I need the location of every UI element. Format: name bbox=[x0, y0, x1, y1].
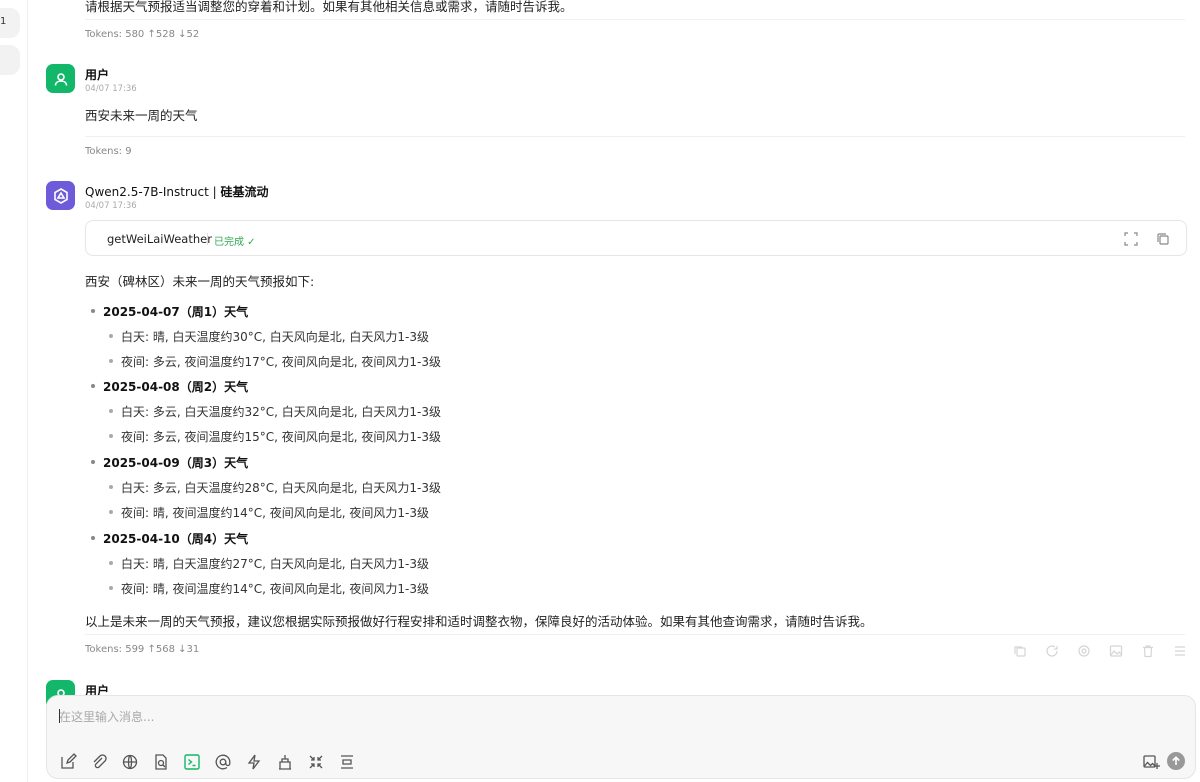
bullet bbox=[91, 460, 95, 464]
new-context-icon[interactable] bbox=[338, 753, 356, 771]
user-avatar[interactable] bbox=[46, 64, 75, 93]
web-search-icon[interactable] bbox=[121, 753, 139, 771]
qwen-logo-icon bbox=[53, 187, 68, 204]
message-actions bbox=[1013, 643, 1191, 658]
night-forecast: 夜间: 多云, 夜间温度约17°C, 夜间风向是北, 夜间风力1-3级 bbox=[121, 355, 441, 369]
image-generate-icon[interactable] bbox=[1142, 753, 1160, 771]
user-name: 用户 bbox=[85, 68, 110, 82]
bullet bbox=[91, 384, 95, 388]
bullet bbox=[109, 586, 113, 590]
day-title: 2025-04-07（周1）天气 bbox=[103, 305, 249, 319]
knowledge-base-icon[interactable] bbox=[152, 753, 170, 771]
night-forecast: 夜间: 晴, 夜间温度约14°C, 夜间风向是北, 夜间风力1-3级 bbox=[121, 582, 429, 596]
text-caret bbox=[59, 709, 60, 723]
message-input[interactable] bbox=[59, 708, 959, 726]
mcp-terminal-icon[interactable] bbox=[183, 753, 201, 771]
new-topic-icon[interactable] bbox=[59, 753, 77, 771]
quick-phrase-icon[interactable] bbox=[245, 753, 263, 771]
prev-message-text: 请根据天气预报适当调整您的穿着和计划。如果有其他相关信息或需求，请随时告诉我。 bbox=[85, 0, 573, 14]
divider bbox=[85, 136, 1185, 137]
tool-name: getWeiLaiWeather bbox=[107, 232, 212, 246]
divider bbox=[85, 19, 1185, 20]
left-rail: 1 bbox=[0, 0, 28, 782]
tool-call-card[interactable]: getWeiLaiWeather 已完成 ✓ bbox=[85, 220, 1187, 256]
attachment-icon[interactable] bbox=[90, 753, 108, 771]
assistant-message-time: 04/07 17:36 bbox=[85, 201, 137, 211]
image-icon[interactable] bbox=[1109, 643, 1127, 657]
expand-icon[interactable] bbox=[1124, 231, 1140, 247]
bullet bbox=[109, 510, 113, 514]
arrow-up-icon bbox=[1172, 756, 1180, 765]
divider bbox=[85, 634, 1185, 635]
day-forecast: 白天: 晴, 白天温度约30°C, 白天风向是北, 白天风力1-3级 bbox=[121, 330, 429, 344]
rail-item-label: 1 bbox=[0, 16, 7, 27]
tool-status: 已完成 ✓ bbox=[214, 237, 256, 248]
night-forecast: 夜间: 多云, 夜间温度约15°C, 夜间风向是北, 夜间风力1-3级 bbox=[121, 430, 441, 444]
clear-context-icon[interactable] bbox=[276, 753, 294, 771]
bullet bbox=[91, 536, 95, 540]
provider-name: 硅基流动 bbox=[220, 185, 269, 199]
mention-icon[interactable] bbox=[1077, 643, 1095, 657]
bullet bbox=[109, 359, 113, 363]
menu-icon[interactable] bbox=[1173, 643, 1191, 657]
bullet bbox=[109, 434, 113, 438]
bullet bbox=[109, 561, 113, 565]
model-name: Qwen2.5-7B-Instruct bbox=[85, 185, 209, 199]
rail-item-2[interactable] bbox=[0, 45, 20, 75]
day-title: 2025-04-09（周3）天气 bbox=[103, 456, 249, 470]
day-title: 2025-04-08（周2）天气 bbox=[103, 380, 249, 394]
bullet bbox=[109, 409, 113, 413]
user-icon bbox=[54, 72, 67, 86]
name-separator: | bbox=[208, 185, 221, 199]
mention-model-icon[interactable] bbox=[214, 753, 232, 771]
bullet bbox=[109, 485, 113, 489]
chat-main: 请根据天气预报适当调整您的穿着和计划。如果有其他相关信息或需求，请随时告诉我。 … bbox=[28, 0, 1200, 782]
night-forecast: 夜间: 晴, 夜间温度约14°C, 夜间风向是北, 夜间风力1-3级 bbox=[121, 506, 429, 520]
day-title: 2025-04-10（周4）天气 bbox=[103, 532, 249, 546]
day-forecast: 白天: 多云, 白天温度约32°C, 白天风向是北, 白天风力1-3级 bbox=[121, 405, 441, 419]
user-message-text: 西安未来一周的天气 bbox=[85, 108, 198, 123]
day-forecast: 白天: 多云, 白天温度约28°C, 白天风向是北, 白天风力1-3级 bbox=[121, 481, 441, 495]
user-message-tokens: Tokens: 9 bbox=[85, 146, 132, 157]
regenerate-icon[interactable] bbox=[1045, 643, 1063, 657]
copy-icon[interactable] bbox=[1013, 643, 1031, 657]
tool-separator bbox=[207, 233, 208, 245]
user-message-time: 04/07 17:36 bbox=[85, 84, 137, 94]
assistant-name: Qwen2.5-7B-Instruct | 硅基流动 bbox=[85, 183, 269, 200]
bullet bbox=[109, 334, 113, 338]
assistant-intro: 西安（碑林区）未来一周的天气预报如下: bbox=[85, 274, 315, 289]
bullet bbox=[91, 309, 95, 313]
collapse-icon[interactable] bbox=[307, 753, 325, 771]
assistant-outro: 以上是未来一周的天气预报，建议您根据实际预报做好行程安排和适时调整衣物，保障良好… bbox=[85, 614, 873, 629]
delete-icon[interactable] bbox=[1141, 643, 1159, 658]
prev-message-tokens: Tokens: 580 ↑528 ↓52 bbox=[85, 29, 200, 40]
message-input-box bbox=[46, 695, 1196, 779]
send-button[interactable] bbox=[1167, 752, 1185, 770]
copy-icon[interactable] bbox=[1156, 231, 1172, 247]
assistant-message-tokens: Tokens: 599 ↑568 ↓31 bbox=[85, 644, 200, 655]
day-forecast: 白天: 晴, 白天温度约27°C, 白天风向是北, 白天风力1-3级 bbox=[121, 557, 429, 571]
rail-item-1[interactable]: 1 bbox=[0, 8, 20, 38]
assistant-avatar[interactable] bbox=[46, 181, 75, 210]
